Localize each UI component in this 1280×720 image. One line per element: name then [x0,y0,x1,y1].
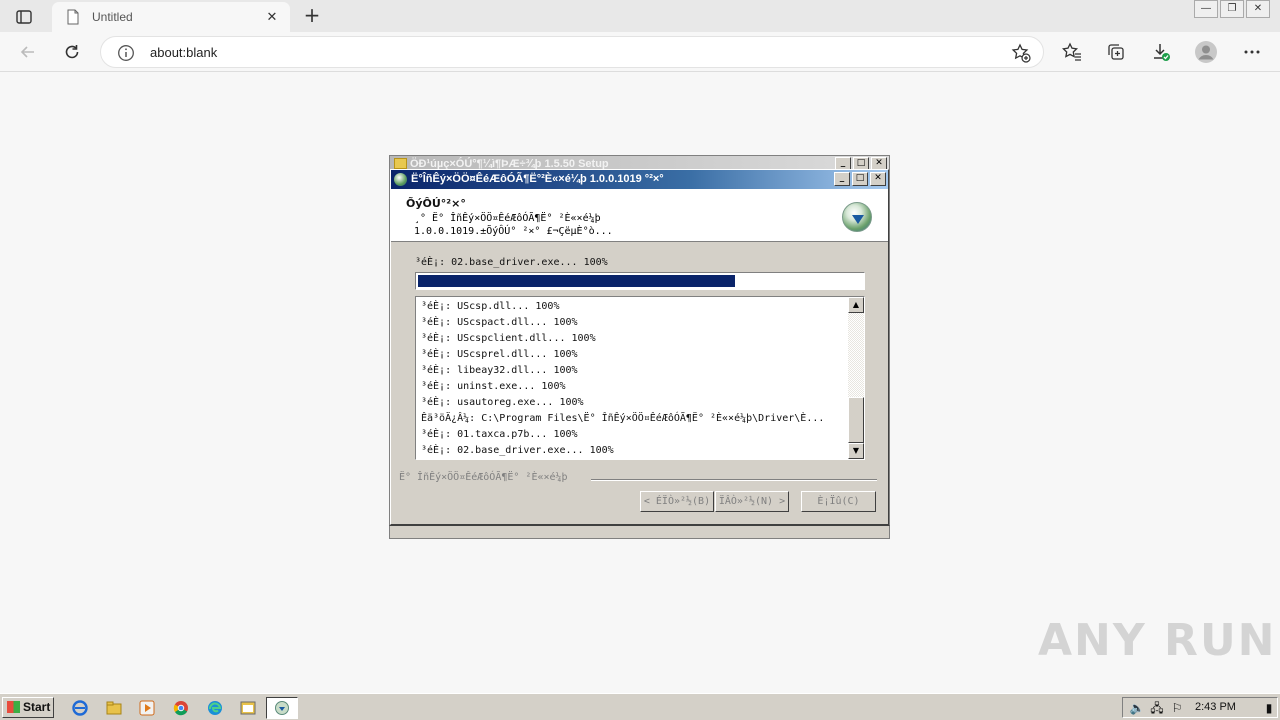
installer-dialog: Ë°ÎñÊý×ÖÖ¤ÊéÆôÓÃ¶Ë°²È«×é¼þ 1.0.0.1019 °²… [390,169,889,525]
divider [591,479,877,481]
collections-icon[interactable] [1102,38,1130,66]
log-line: ³éÈ¡: UScsp.dll... 100% [421,301,560,312]
explorer-icon[interactable] [104,698,124,718]
network-icon[interactable]: 🖧 [1149,701,1165,715]
new-tab-button[interactable]: + [300,4,324,28]
install-log[interactable]: ³éÈ¡: UScsp.dll... 100% ³éÈ¡: UScspact.dl… [415,296,865,460]
header-version: 1.0.0.1019.±ÕýÔÚ° ²×° £¬ÇëµÈ°ò... [414,226,613,237]
favorites-icon[interactable] [1058,38,1086,66]
log-line: ³éÈ¡: UScsprel.dll... 100% [421,349,578,360]
installer-titlebar[interactable]: Ë°ÎñÊý×ÖÖ¤ÊéÆôÓÃ¶Ë°²È«×é¼þ 1.0.0.1019 °²… [391,170,888,189]
progress-bar [415,272,865,290]
more-icon[interactable] [1238,38,1266,66]
url-text: about:blank [150,45,218,60]
log-line: ³éÈ¡: UScspclient.dll... 100% [421,333,596,344]
log-line: ³éÈ¡: libeay32.dll... 100% [421,365,578,376]
close-icon[interactable]: ✕ [870,172,886,186]
log-line: ³éÈ¡: 02.base_driver.exe... 100% [421,445,614,456]
brand-text: Ë° ÎñÊý×ÖÖ¤ÊéÆôÓÃ¶Ë° ²È«×é¼þ [399,472,568,483]
tab-actions-icon[interactable] [10,6,38,28]
address-bar[interactable]: about:blank [100,36,1044,68]
current-status: ³éÈ¡: 02.base_driver.exe... 100% [415,257,608,268]
log-line: ³éÈ¡: usautoreg.exe... 100% [421,397,584,408]
page-icon [67,9,79,25]
ie-icon[interactable] [70,698,90,718]
header-title: ÕýÔÚ°²×° [406,197,466,210]
log-scrollbar[interactable]: ▲ ▼ [848,297,864,459]
info-icon[interactable] [117,44,135,62]
system-tray: 🔈 🖧 ⚐ 2:43 PM ▮ [1122,697,1278,718]
background-window-bottom [389,525,890,539]
installer-header: ÕýÔÚ°²×° ¸° Ë° ÎñÊý×ÖÖ¤ÊéÆôÓÃ¶Ë° ²È«×é¼þ… [391,189,888,242]
active-task-button[interactable] [266,697,298,719]
installer-window-controls: _ □ ✕ [834,172,886,186]
log-line: ³éÈ¡: uninst.exe... 100% [421,381,566,392]
restore-icon[interactable]: ❐ [1220,0,1244,18]
media-player-icon[interactable] [137,698,157,718]
back-arrow-icon[interactable] [14,38,42,66]
start-label: Start [23,700,51,714]
edge-icon[interactable] [205,698,225,718]
log-line: ³éÈ¡: UScspact.dll... 100% [421,317,578,328]
scroll-up-icon[interactable]: ▲ [848,297,864,313]
close-window-icon[interactable]: ✕ [1246,0,1270,18]
back-button[interactable]: < ÉÏÒ»²½(B) [640,491,714,512]
action-center-icon[interactable]: ⚐ [1169,701,1185,715]
installer-title: Ë°ÎñÊý×ÖÖ¤ÊéÆôÓÃ¶Ë°²È«×é¼þ 1.0.0.1019 °²… [411,173,664,185]
star-plus-icon[interactable] [1011,43,1031,63]
header-description: ¸° Ë° ÎñÊý×ÖÖ¤ÊéÆôÓÃ¶Ë° ²È«×é¼þ [414,213,601,224]
next-button[interactable]: ÏÂÒ»²½(N) > [715,491,789,512]
installer-taskbar-icon[interactable] [238,698,258,718]
chrome-icon[interactable] [171,698,191,718]
browser-tab[interactable]: Untitled ✕ [52,2,290,32]
folder-icon [394,158,407,169]
scroll-down-icon[interactable]: ▼ [848,443,864,459]
maximize-icon[interactable]: □ [852,172,868,186]
window-controls: — ❐ ✕ [1194,0,1270,18]
watermark: ANY RUN [1038,614,1277,666]
browser-toolbar: about:blank [0,32,1280,72]
progress-fill [418,275,736,287]
installer-logo-icon [842,202,872,232]
browser-tab-bar: Untitled ✕ + — ❐ ✕ [0,0,1280,32]
windows-flag-icon [7,701,20,713]
app-icon [394,173,407,186]
profile-icon[interactable] [1192,38,1220,66]
download-icon[interactable] [1147,38,1175,66]
minimize-icon[interactable]: — [1194,0,1218,18]
taskbar: Start 🔈 🖧 ⚐ 2:43 PM ▮ [0,693,1280,720]
start-button[interactable]: Start [2,697,54,718]
refresh-icon[interactable] [58,38,86,66]
volume-icon[interactable]: 🔈 [1129,701,1145,715]
log-lines: ³éÈ¡: UScsp.dll... 100% ³éÈ¡: UScspact.dl… [421,299,846,459]
tab-title: Untitled [92,10,133,24]
scroll-thumb[interactable] [848,397,864,443]
minimize-icon[interactable]: _ [834,172,850,186]
clock: 2:43 PM [1195,701,1236,713]
log-line: ³éÈ¡: 01.taxca.p7b... 100% [421,429,578,440]
log-line: Êä³öÄ¿Â¼: C:\Program Files\Ë° ÎñÊý×ÖÖ¤Êé… [421,413,825,424]
close-tab-icon[interactable]: ✕ [264,9,280,25]
cancel-button[interactable]: È¡Ïû(C) [801,491,876,512]
show-desktop-icon[interactable]: ▮ [1261,701,1277,715]
